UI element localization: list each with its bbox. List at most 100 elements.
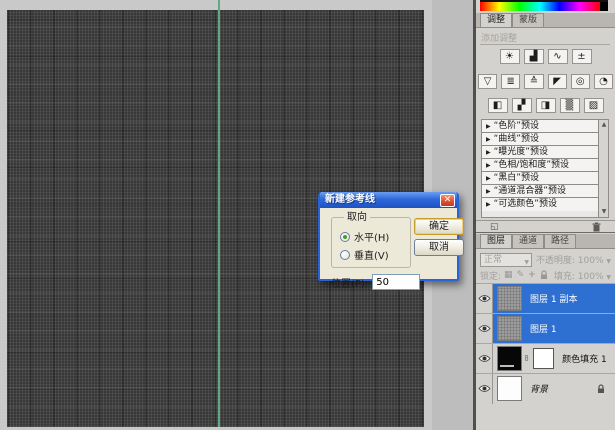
link-icon[interactable]: 8 [525,354,529,363]
preset-hue-saturation[interactable]: ▶ “色相/饱和度”预设 [482,159,599,172]
adjustment-icons-row-3: ◧ ▞ ◨ ▒ ▨ [476,98,615,113]
layer-row-layer1[interactable]: 图层 1 [476,313,615,343]
brightness-contrast-icon[interactable]: ☀ [500,49,520,64]
radio-vertical[interactable] [340,250,350,260]
black-white-icon[interactable]: ◤ [548,74,567,89]
ok-button[interactable]: 确定 [414,218,464,235]
expanded-view-icon[interactable]: ◱ [490,222,499,232]
disclosure-triangle-icon[interactable]: ▶ [486,201,491,208]
color-balance-icon[interactable]: ≙ [524,74,543,89]
preset-channel-mixer[interactable]: ▶ “通道混合器”预设 [482,185,599,198]
fill-value[interactable]: 100% [578,272,604,282]
tab-channels[interactable]: 通道 [512,234,544,248]
layer-row-layer1-copy[interactable]: 图层 1 副本 [476,283,615,313]
invert-icon[interactable]: ◧ [488,98,508,113]
visibility-cell[interactable] [476,284,493,314]
color-spectrum-bar[interactable] [480,2,600,11]
tab-paths[interactable]: 路径 [544,234,576,248]
horizontal-option[interactable]: 水平(H) [340,229,389,244]
fill-label: 填充: [554,272,575,282]
preset-levels[interactable]: ▶ “色阶”预设 [482,120,599,133]
dialog-title: 新建参考线 [325,193,375,207]
selective-color-icon[interactable]: ▨ [584,98,604,113]
lock-transparency-icon[interactable]: ▦ [504,270,513,280]
separator [480,44,610,45]
eye-icon [478,294,491,303]
disclosure-triangle-icon[interactable]: ▶ [486,162,491,169]
trash-icon [592,222,601,232]
fill-control[interactable]: 填充: 100% ▼ [554,269,611,282]
channel-mixer-icon[interactable]: ◔ [594,74,613,89]
visibility-cell[interactable] [476,374,493,404]
adjustment-icons-row-1: ☀ ▟ ∿ ± [476,49,615,64]
layer-thumbnail[interactable] [497,316,522,341]
dialog-titlebar[interactable]: 新建参考线 ✕ [320,192,457,208]
vibrance-icon[interactable]: ▽ [478,74,497,89]
adjustment-icons-row-2: ▽ ≣ ≙ ◤ ◎ ◔ [476,74,615,89]
disclosure-triangle-icon[interactable]: ▶ [486,123,491,130]
color-spectrum-black-swatch[interactable] [600,2,608,11]
visibility-cell[interactable] [476,314,493,344]
scroll-up-arrow-icon[interactable]: ▲ [599,120,609,130]
layer-name[interactable]: 颜色填充 1 [562,352,607,365]
visibility-cell[interactable] [476,344,493,374]
fill-layer-thumbnail[interactable] [497,346,522,371]
chevron-down-icon[interactable]: ▼ [606,258,611,265]
disclosure-triangle-icon[interactable]: ▶ [486,175,491,182]
preset-selective-color[interactable]: ▶ “可选颜色”预设 [482,198,599,211]
tab-masks[interactable]: 蒙版 [512,13,544,27]
position-input[interactable] [372,274,420,290]
scroll-down-arrow-icon[interactable]: ▼ [599,207,609,217]
preset-label: “色相/饱和度”预设 [494,160,569,171]
exposure-icon[interactable]: ± [572,49,592,64]
layer-thumbnail[interactable] [497,286,522,311]
photo-filter-icon[interactable]: ◎ [571,74,590,89]
preset-label: “曲线”预设 [494,134,539,145]
preset-curves[interactable]: ▶ “曲线”预设 [482,133,599,146]
radio-horizontal[interactable] [340,232,350,242]
opacity-control[interactable]: 不透明度: 100% ▼ [536,253,611,266]
presets-list: ▶ “色阶”预设 ▶ “曲线”预设 ▶ “曝光度”预设 ▶ “色相/饱和度”预设… [481,119,609,218]
posterize-icon[interactable]: ▞ [512,98,532,113]
eye-icon [478,384,491,393]
gradient-map-icon[interactable]: ▒ [560,98,580,113]
lock-position-icon[interactable]: + [528,270,536,280]
close-button[interactable]: ✕ [440,194,455,207]
vertical-guide-line[interactable] [218,0,220,427]
disclosure-triangle-icon[interactable]: ▶ [486,136,491,143]
layer-row-background[interactable]: 背景 [476,373,615,403]
tab-layers[interactable]: 图层 [480,234,512,248]
chevron-down-icon[interactable]: ▼ [606,274,611,281]
layer-row-color-fill[interactable]: 8 颜色填充 1 [476,343,615,373]
preset-exposure[interactable]: ▶ “曝光度”预设 [482,146,599,159]
orientation-groupbox: 取向 水平(H) 垂直(V) [331,217,411,268]
levels-icon[interactable]: ▟ [524,49,544,64]
adjustments-footer: ◱ [476,220,615,233]
preset-black-white[interactable]: ▶ “黑白”预设 [482,172,599,185]
blend-mode-select[interactable]: 正常 ▼ [480,253,532,267]
lock-label: 锁定: [480,269,501,282]
curves-icon[interactable]: ∿ [548,49,568,64]
threshold-icon[interactable]: ◨ [536,98,556,113]
layer-list: 图层 1 副本 图层 1 8 颜色填充 1 [476,283,615,403]
opacity-label: 不透明度: [536,256,575,266]
vertical-option[interactable]: 垂直(V) [340,247,389,262]
layer-name[interactable]: 图层 1 副本 [530,292,577,305]
hue-saturation-icon[interactable]: ≣ [501,74,520,89]
tab-adjustments[interactable]: 调整 [480,13,512,27]
opacity-value[interactable]: 100% [578,256,604,266]
color-ramp[interactable] [480,0,608,11]
layer-thumbnail[interactable] [497,376,522,401]
blend-row: 正常 ▼ 不透明度: 100% ▼ [480,252,611,267]
trash-icon[interactable] [592,222,601,232]
cancel-button[interactable]: 取消 [414,239,464,256]
lock-all-icon[interactable] [540,270,548,280]
disclosure-triangle-icon[interactable]: ▶ [486,188,491,195]
disclosure-triangle-icon[interactable]: ▶ [486,149,491,156]
layer-mask-thumbnail[interactable] [533,348,554,369]
layer-name[interactable]: 背景 [530,382,548,395]
presets-scrollbar[interactable]: ▲ ▼ [598,120,608,217]
layer-name[interactable]: 图层 1 [530,322,557,335]
lock-pixels-icon[interactable]: ✎ [517,270,525,280]
horizontal-label: 水平(H) [354,229,389,244]
